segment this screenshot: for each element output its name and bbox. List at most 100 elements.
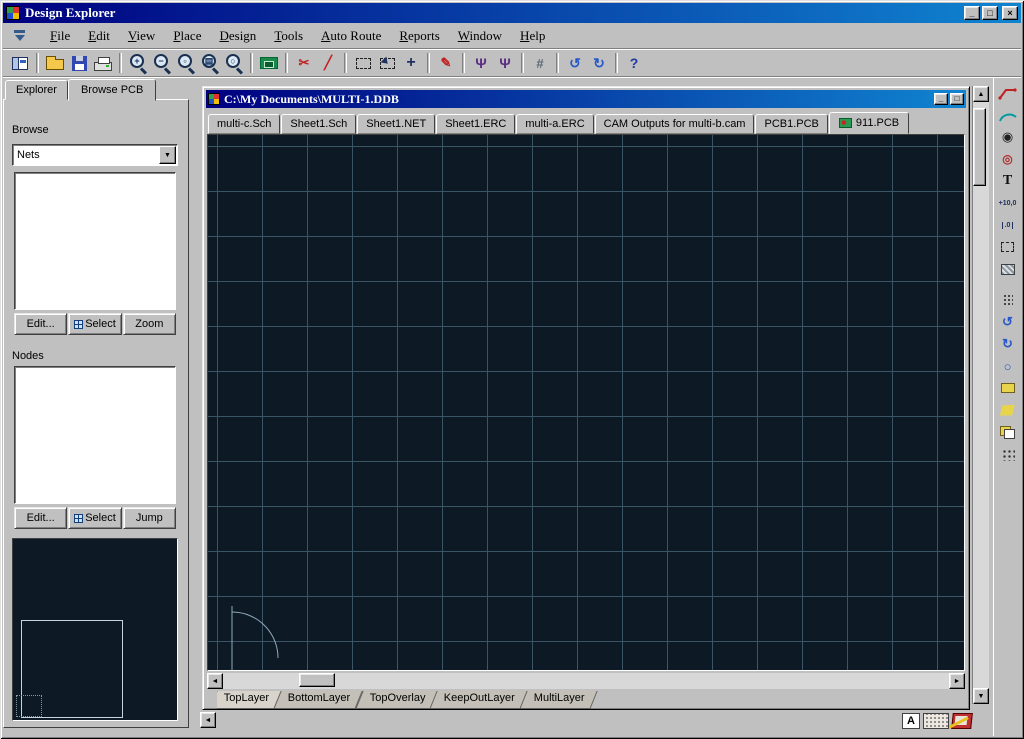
zoom-document-icon[interactable]: ▤ xyxy=(198,52,222,74)
menu-design[interactable]: Design xyxy=(210,26,265,46)
pcb-viewer-icon[interactable] xyxy=(257,52,281,74)
tab-911-pcb[interactable]: 911.PCB xyxy=(829,112,909,134)
nodes-select-button[interactable]: Select xyxy=(68,507,121,529)
tab-cam-outputs[interactable]: CAM Outputs for multi-b.cam xyxy=(595,114,755,134)
icon-shape xyxy=(94,62,112,71)
tab-multi-c-sch[interactable]: multi-c.Sch xyxy=(208,114,280,134)
app-title-bar[interactable]: Design Explorer _ □ × xyxy=(3,3,1021,23)
menu-view[interactable]: View xyxy=(119,26,164,46)
chevron-down-icon[interactable]: ▼ xyxy=(159,146,176,164)
document-maximize-button[interactable]: □ xyxy=(950,93,964,105)
place-full-circle-icon[interactable]: ○ xyxy=(995,355,1021,377)
place-track-icon[interactable] xyxy=(995,82,1021,104)
nodes-edit-button[interactable]: Edit... xyxy=(14,507,67,529)
slice-tracks-icon[interactable]: ╱ xyxy=(316,52,340,74)
board-preview[interactable] xyxy=(12,538,178,721)
mdi-scroll-left-button[interactable]: ◄ xyxy=(200,712,216,728)
place-via-icon[interactable]: ◎ xyxy=(995,148,1021,170)
place-pad-icon[interactable]: ◉ xyxy=(995,126,1021,148)
place-fill-hatch-icon[interactable] xyxy=(995,258,1021,280)
save-icon[interactable] xyxy=(67,52,91,74)
nets-select-button[interactable]: Select xyxy=(68,313,121,335)
move-selection-icon[interactable] xyxy=(375,52,399,74)
minimize-button[interactable]: _ xyxy=(964,6,980,20)
menu-tools[interactable]: Tools xyxy=(265,26,312,46)
crosshair-icon[interactable]: + xyxy=(399,52,423,74)
nodes-jump-button[interactable]: Jump xyxy=(123,507,176,529)
document-minimize-button[interactable]: _ xyxy=(934,93,948,105)
highlight-pencil-icon[interactable]: ✎ xyxy=(434,52,458,74)
tab-multi-a-erc[interactable]: multi-a.ERC xyxy=(516,114,593,134)
scroll-left-button[interactable]: ◄ xyxy=(207,673,223,689)
place-arc-icon[interactable] xyxy=(995,104,1021,126)
notebook-pencil-icon[interactable] xyxy=(951,713,973,729)
redo-icon[interactable]: ↻ xyxy=(587,52,611,74)
scroll-up-button[interactable]: ▲ xyxy=(973,86,989,102)
explorer-panel-toggle-icon[interactable] xyxy=(8,52,32,74)
tab-sheet1-net[interactable]: Sheet1.NET xyxy=(357,114,435,134)
layer-tab-bottomlayer[interactable]: BottomLayer xyxy=(274,691,364,709)
place-coordinate-icon[interactable]: +10,0 xyxy=(995,192,1021,214)
pad-array-icon[interactable] xyxy=(995,443,1021,465)
tab-explorer[interactable]: Explorer xyxy=(5,80,68,100)
help-icon[interactable]: ? xyxy=(622,52,646,74)
tab-pcb1-pcb[interactable]: PCB1.PCB xyxy=(755,114,827,134)
tab-sheet1-erc[interactable]: Sheet1.ERC xyxy=(436,114,515,134)
wand-highlight-icon[interactable]: Ψ xyxy=(469,52,493,74)
nets-list[interactable] xyxy=(14,172,176,310)
keyboard-icon[interactable] xyxy=(923,713,949,729)
place-string-icon[interactable]: T xyxy=(995,170,1021,192)
select-area-icon[interactable] xyxy=(351,52,375,74)
place-fill-icon[interactable] xyxy=(995,377,1021,399)
paste-array-icon[interactable] xyxy=(995,421,1021,443)
tab-sheet1-sch[interactable]: Sheet1.Sch xyxy=(281,114,356,134)
menu-help[interactable]: Help xyxy=(511,26,554,46)
browse-category-select[interactable]: Nets ▼ xyxy=(12,144,178,166)
layer-tab-topoverlay[interactable]: TopOverlay xyxy=(355,691,438,709)
layer-tab-multilayer[interactable]: MultiLayer xyxy=(520,691,598,709)
open-document-icon[interactable] xyxy=(43,52,67,74)
place-component-icon[interactable] xyxy=(995,236,1021,258)
knife-icon[interactable]: ✂ xyxy=(292,52,316,74)
menu-reports[interactable]: Reports xyxy=(390,26,448,46)
annotation-letter-icon[interactable]: A xyxy=(902,713,920,729)
place-arc-edge-icon[interactable]: ↺ xyxy=(995,311,1021,333)
zoom-out-icon[interactable]: − xyxy=(150,52,174,74)
layer-tab-toplayer[interactable]: TopLayer xyxy=(217,691,282,709)
internal-plane-icon[interactable] xyxy=(995,289,1021,311)
nets-zoom-button[interactable]: Zoom xyxy=(123,313,176,335)
editor-horizontal-scrollbar[interactable]: ◄ ► xyxy=(207,673,965,689)
pcb-editor-canvas[interactable] xyxy=(207,134,965,671)
zoom-in-icon[interactable]: + xyxy=(126,52,150,74)
menu-window[interactable]: Window xyxy=(449,26,511,46)
scroll-right-button[interactable]: ► xyxy=(949,673,965,689)
scroll-down-button[interactable]: ▼ xyxy=(973,688,989,704)
menu-place[interactable]: Place xyxy=(164,26,210,46)
tab-browse-pcb[interactable]: Browse PCB xyxy=(68,79,156,101)
place-arc-center-icon[interactable]: ↻ xyxy=(995,333,1021,355)
layer-tab-keepoutlayer[interactable]: KeepOutLayer xyxy=(430,691,528,709)
nets-edit-button[interactable]: Edit... xyxy=(14,313,67,335)
horizontal-scroll-track[interactable] xyxy=(223,673,949,689)
maximize-button[interactable]: □ xyxy=(982,6,998,20)
grid-toggle-icon[interactable]: # xyxy=(528,52,552,74)
document-title-bar[interactable]: C:\My Documents\MULTI-1.DDB _ □ xyxy=(206,90,966,108)
close-button[interactable]: × xyxy=(1002,6,1018,20)
zoom-window-icon[interactable]: ▫ xyxy=(174,52,198,74)
zoom-redraw-icon[interactable]: ○ xyxy=(222,52,246,74)
vertical-scroll-track[interactable] xyxy=(973,102,988,688)
undo-icon[interactable]: ↺ xyxy=(563,52,587,74)
nodes-list[interactable] xyxy=(14,366,176,504)
magnifier-shape: ○ xyxy=(224,53,244,73)
menu-edit[interactable]: Edit xyxy=(79,26,119,46)
mdi-vertical-scrollbar[interactable]: ▲ ▼ xyxy=(972,86,989,704)
menu-auto-route[interactable]: Auto Route xyxy=(312,26,390,46)
menu-grip-icon[interactable] xyxy=(11,28,33,44)
wand-clear-icon[interactable]: Ψ xyxy=(493,52,517,74)
horizontal-scroll-thumb[interactable] xyxy=(299,673,335,687)
vertical-scroll-thumb[interactable] xyxy=(973,108,986,186)
menu-file[interactable]: File xyxy=(41,26,79,46)
place-dimension-icon[interactable]: .0 xyxy=(995,214,1021,236)
print-icon[interactable] xyxy=(91,52,115,74)
place-polygon-icon[interactable] xyxy=(995,399,1021,421)
